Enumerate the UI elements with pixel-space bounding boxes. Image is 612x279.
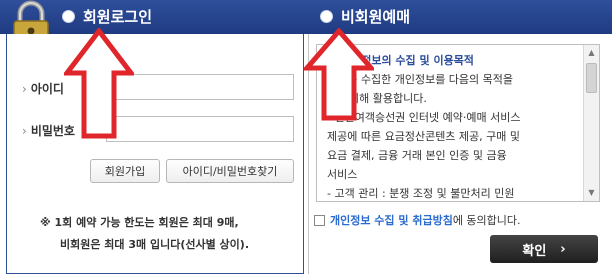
find-account-button[interactable]: 아이디/비밀번호찾기 bbox=[166, 159, 294, 183]
privacy-policy-link[interactable]: 개인정보 수집 및 취급방침 bbox=[330, 212, 453, 228]
notice-line-2: 비회원은 최대 3매 입니다(선사별 상이). bbox=[60, 238, 250, 251]
id-input[interactable] bbox=[106, 74, 294, 100]
tab-member-login-label: 회원로그인 bbox=[83, 8, 153, 26]
tab-non-member[interactable]: 비회원예매 bbox=[320, 6, 410, 27]
terms-line: 서비스 bbox=[327, 168, 358, 181]
terms-line: 제공에 따른 요금정산콘텐츠 제공, 구매 및 bbox=[327, 130, 521, 143]
terms-scrollbar[interactable]: ▲ ▼ bbox=[583, 45, 599, 201]
password-input[interactable] bbox=[106, 116, 294, 142]
terms-line: 요금 결제, 금융 거래 본인 인증 및 금융 bbox=[327, 149, 507, 162]
id-label-row: › 아이디 bbox=[22, 80, 64, 97]
tab-member-login[interactable]: 회원로그인 bbox=[62, 6, 152, 27]
chevron-right-icon: › bbox=[560, 241, 566, 257]
terms-line: - 고객 관리 : 분쟁 조정 및 불만처리 민원 bbox=[327, 187, 515, 200]
member-radio[interactable] bbox=[62, 10, 75, 23]
arrow-up-icon bbox=[64, 28, 134, 139]
arrow-up-icon bbox=[304, 28, 374, 121]
agree-checkbox[interactable] bbox=[314, 214, 325, 226]
confirm-label: 확인 bbox=[522, 243, 547, 259]
id-label: 아이디 bbox=[30, 82, 64, 96]
join-button[interactable]: 회원가입 bbox=[90, 159, 160, 183]
agree-row[interactable]: 개인정보 수집 및 취급방침 에 동의합니다. bbox=[314, 212, 521, 228]
scroll-thumb[interactable] bbox=[586, 63, 597, 93]
bullet-icon: › bbox=[22, 81, 27, 96]
bullet-icon: › bbox=[22, 123, 27, 138]
tab-non-member-label: 비회원예매 bbox=[341, 8, 411, 26]
non-member-radio[interactable] bbox=[320, 10, 333, 23]
notice-line-1: ※ 1회 예약 가능 한도는 회원은 최대 9매, bbox=[40, 216, 239, 229]
scroll-down-icon[interactable]: ▼ bbox=[584, 185, 599, 201]
agree-suffix: 에 동의합니다. bbox=[452, 214, 521, 227]
scroll-up-icon[interactable]: ▲ bbox=[584, 45, 599, 61]
confirm-button[interactable]: 확인 › bbox=[490, 235, 598, 263]
